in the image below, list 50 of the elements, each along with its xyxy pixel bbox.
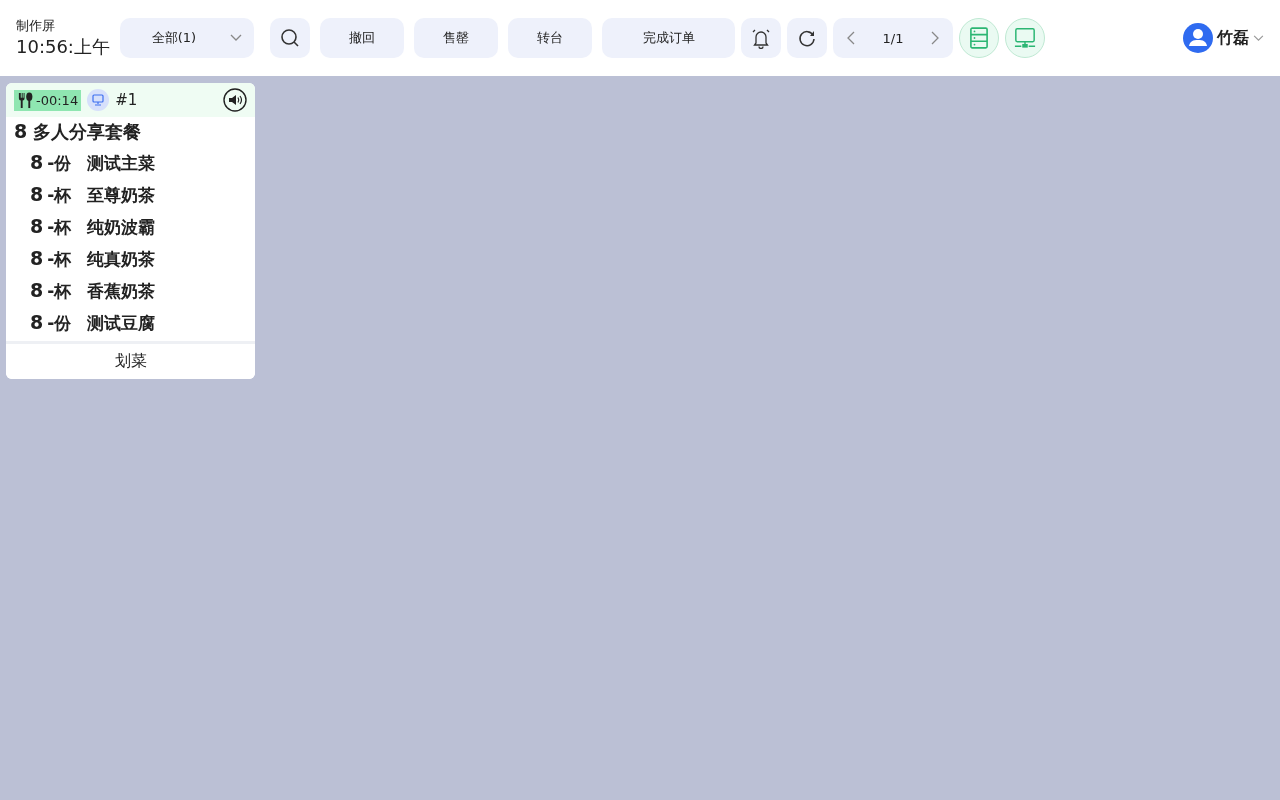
bell-button[interactable] (741, 18, 781, 58)
action-button[interactable]: 完成订单 (602, 18, 735, 58)
item-quantity: 8 (14, 120, 28, 142)
chevron-down-icon (1253, 34, 1264, 42)
refresh-icon (797, 28, 817, 48)
item-quantity: 8 (30, 215, 44, 237)
order-number: #1 (115, 91, 138, 109)
monitor-button[interactable] (1005, 18, 1045, 58)
item-name: 至尊奶茶 (87, 184, 156, 207)
previous-page-icon[interactable] (846, 31, 855, 45)
item-unit: -杯 (47, 248, 73, 271)
item-quantity: 8 (30, 183, 44, 205)
item-quantity: 8 (30, 279, 44, 301)
user-name[interactable]: 竹磊 (1217, 27, 1249, 49)
chevron-down-icon (230, 34, 243, 42)
monitor-icon (1014, 27, 1036, 49)
next-page-icon[interactable] (931, 31, 940, 45)
avatar-icon (1183, 23, 1213, 53)
timer-badge: -00:14 (14, 89, 82, 111)
item-name: 测试主菜 (87, 152, 156, 175)
item-unit: -杯 (47, 184, 73, 207)
action-button[interactable]: 撤回 (320, 18, 404, 58)
refresh-button[interactable] (787, 18, 827, 58)
search-button[interactable] (270, 18, 310, 58)
search-icon (280, 28, 300, 48)
bell-icon (750, 27, 772, 49)
set-meal-name: 多人分享套餐 (33, 120, 142, 144)
monitor-icon (87, 89, 110, 111)
item-name: 测试豆腐 (87, 312, 156, 335)
item-quantity: 8 (30, 247, 44, 269)
server-button[interactable] (959, 18, 999, 58)
item-name: 纯真奶茶 (87, 248, 156, 271)
mark-dish-button[interactable]: 划菜 (6, 341, 255, 379)
item-quantity: 8 (30, 311, 44, 333)
clock-time: 10:56:上午 (16, 35, 110, 59)
action-button[interactable]: 售罄 (414, 18, 498, 58)
item-quantity: 8 (30, 151, 44, 173)
item-name: 香蕉奶茶 (87, 280, 156, 303)
item-unit: -杯 (47, 280, 73, 303)
item-unit: -杯 (47, 216, 73, 239)
item-unit: -份 (47, 152, 73, 175)
filter-dropdown[interactable]: 全部(1) (120, 18, 254, 58)
server-icon (970, 27, 988, 49)
action-button[interactable]: 转台 (508, 18, 592, 58)
item-unit: -份 (47, 312, 73, 335)
fork-spoon-icon (17, 91, 34, 109)
screen-title: 制作屏 (16, 17, 56, 35)
item-name: 纯奶波霸 (87, 216, 156, 239)
speaker-icon[interactable] (223, 88, 247, 112)
page-indicator: 1/1 (882, 30, 904, 46)
